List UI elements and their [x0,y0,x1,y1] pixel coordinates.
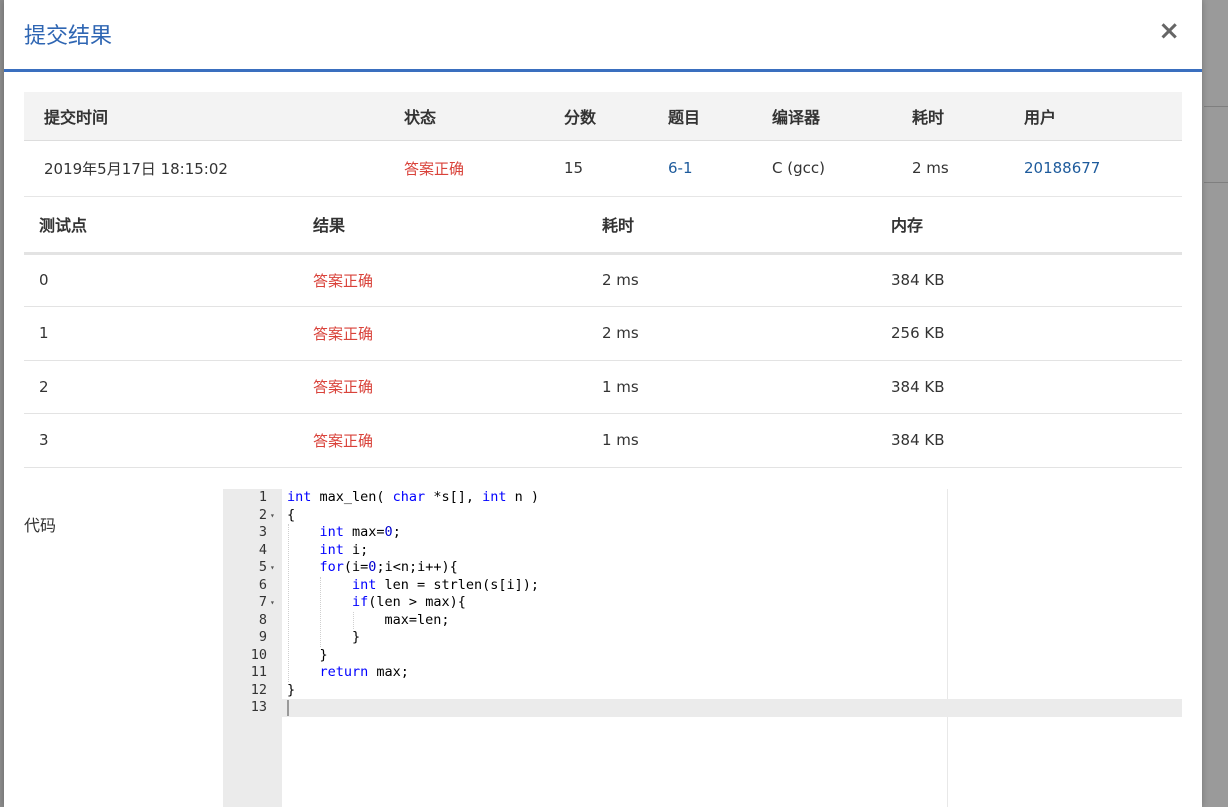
line-number: 6 [258,576,267,593]
test-memory: 384 KB [891,431,945,450]
test-memory: 384 KB [891,271,945,290]
close-icon[interactable]: × [1158,16,1180,46]
indent-guide [288,524,289,682]
line-number: 2 [258,506,267,523]
header-compiler: 编译器 [772,107,821,127]
table-row: 0 答案正确 2 ms 384 KB [24,253,1182,307]
header-result: 结果 [313,216,346,236]
line-number: 10 [250,646,267,663]
line-number: 7 [258,594,267,610]
submission-table: 提交时间 状态 分数 题目 编译器 耗时 用户 2019年5月17日 18:15… [24,92,1182,197]
test-time: 2 ms [602,271,639,290]
code-line[interactable]: 5 ▾ for(i=0;i<n;i++){ [223,559,1182,577]
code-text: if(len > max){ [352,594,466,610]
fold-toggle-icon[interactable]: ▾ [270,507,280,525]
user-link[interactable]: 20188677 [1024,140,1182,196]
header-memory: 内存 [891,216,924,236]
elapsed-time: 2 ms [912,159,949,177]
code-text: return max; [319,664,409,680]
code-text: for(i=0;i<n;i++){ [319,559,458,575]
code-text: int max_len( char *s[], int n ) [287,489,539,505]
submission-result-modal: 提交结果 × 提交时间 状态 分数 题目 编译器 耗时 用户 2019年5月17… [4,0,1202,807]
modal-title: 提交结果 [24,24,113,49]
fold-toggle-icon[interactable]: ▾ [270,559,280,577]
code-text: } [287,646,328,663]
line-number: 3 [258,524,267,540]
header-user: 用户 [1024,107,1057,127]
code-line[interactable]: 2 ▾ { [223,507,1182,525]
header-elapsed: 耗时 [912,107,945,127]
test-id: 1 [39,324,49,343]
header-test-case: 测试点 [39,216,88,236]
table-row: 1 答案正确 2 ms 256 KB [24,307,1182,360]
line-number: 11 [250,664,267,680]
test-result: 答案正确 [313,271,374,290]
background-divider [1204,182,1228,183]
test-result: 答案正确 [313,431,374,450]
test-time: 2 ms [602,324,639,343]
problem-link[interactable]: 6-1 [668,140,772,196]
line-number: 13 [250,699,267,715]
indent-guide [320,576,322,647]
code-line[interactable]: 1 int max_len( char *s[], int n ) [223,489,1182,507]
status-badge: 答案正确 [404,159,465,178]
submit-time: 2019年5月17日 18:15:02 [44,159,228,178]
header-problem: 题目 [668,107,701,127]
test-memory: 256 KB [891,324,945,343]
test-id: 0 [39,271,49,290]
code-text: max=len; [287,611,450,628]
code-line[interactable]: 7 ▾ if(len > max){ [223,594,1182,612]
fold-toggle-icon[interactable]: ▾ [270,594,280,612]
test-id: 2 [39,377,49,396]
test-time: 1 ms [602,377,639,396]
code-line[interactable]: 10 } [223,647,1182,665]
line-number: 9 [258,629,267,645]
code-line[interactable]: 11 return max; [223,664,1182,682]
line-number: 4 [258,541,267,558]
table-row: 3 答案正确 1 ms 384 KB [24,414,1182,467]
code-text: } [287,629,361,645]
modal-header: 提交结果 × [4,0,1202,72]
code-line[interactable]: 4 int i; [223,542,1182,560]
code-text: int max=0; [319,524,401,540]
test-memory: 384 KB [891,377,945,396]
indent-guide [352,611,354,629]
test-id: 3 [39,431,49,450]
code-line[interactable]: 3 int max=0; [223,524,1182,542]
table-row: 2019年5月17日 18:15:02 答案正确 15 6-1 C (gcc) … [24,140,1182,196]
code-text: int i; [319,541,369,558]
test-time: 1 ms [602,431,639,450]
test-result: 答案正确 [313,378,374,397]
code-line[interactable]: 9 } [223,629,1182,647]
background-divider [1204,106,1228,107]
header-submit-time: 提交时间 [44,107,109,127]
table-row: 2 答案正确 1 ms 384 KB [24,360,1182,414]
test-case-table: 测试点 结果 耗时 内存 0 答案正确 2 ms 384 KB 1 答案正确 2… [24,197,1182,468]
code-text: int len = strlen(s[i]); [352,576,539,593]
code-text: { [287,506,296,523]
header-status: 状态 [404,107,437,127]
header-time: 耗时 [602,216,635,236]
code-text: } [287,681,296,698]
score: 15 [564,159,584,177]
compiler: C (gcc) [772,159,825,177]
submission-header-row: 提交时间 状态 分数 题目 编译器 耗时 用户 [24,92,1182,140]
code-line[interactable]: 8 max=len; [223,612,1182,630]
test-header-row: 测试点 结果 耗时 内存 [24,197,1182,253]
line-number: 12 [250,681,267,698]
text-cursor [287,700,289,716]
line-number: 5 [258,559,267,575]
line-number: 1 [258,489,267,505]
code-line[interactable]: 13 [223,699,1182,717]
code-line[interactable]: 6 int len = strlen(s[i]); [223,577,1182,595]
code-line[interactable]: 12} [223,682,1182,700]
line-number: 8 [258,611,267,628]
code-label: 代码 [24,516,57,535]
code-editor[interactable]: 1 int max_len( char *s[], int n ) 2 ▾{3 int… [223,489,1182,807]
test-result: 答案正确 [313,324,374,343]
header-score: 分数 [564,107,597,127]
